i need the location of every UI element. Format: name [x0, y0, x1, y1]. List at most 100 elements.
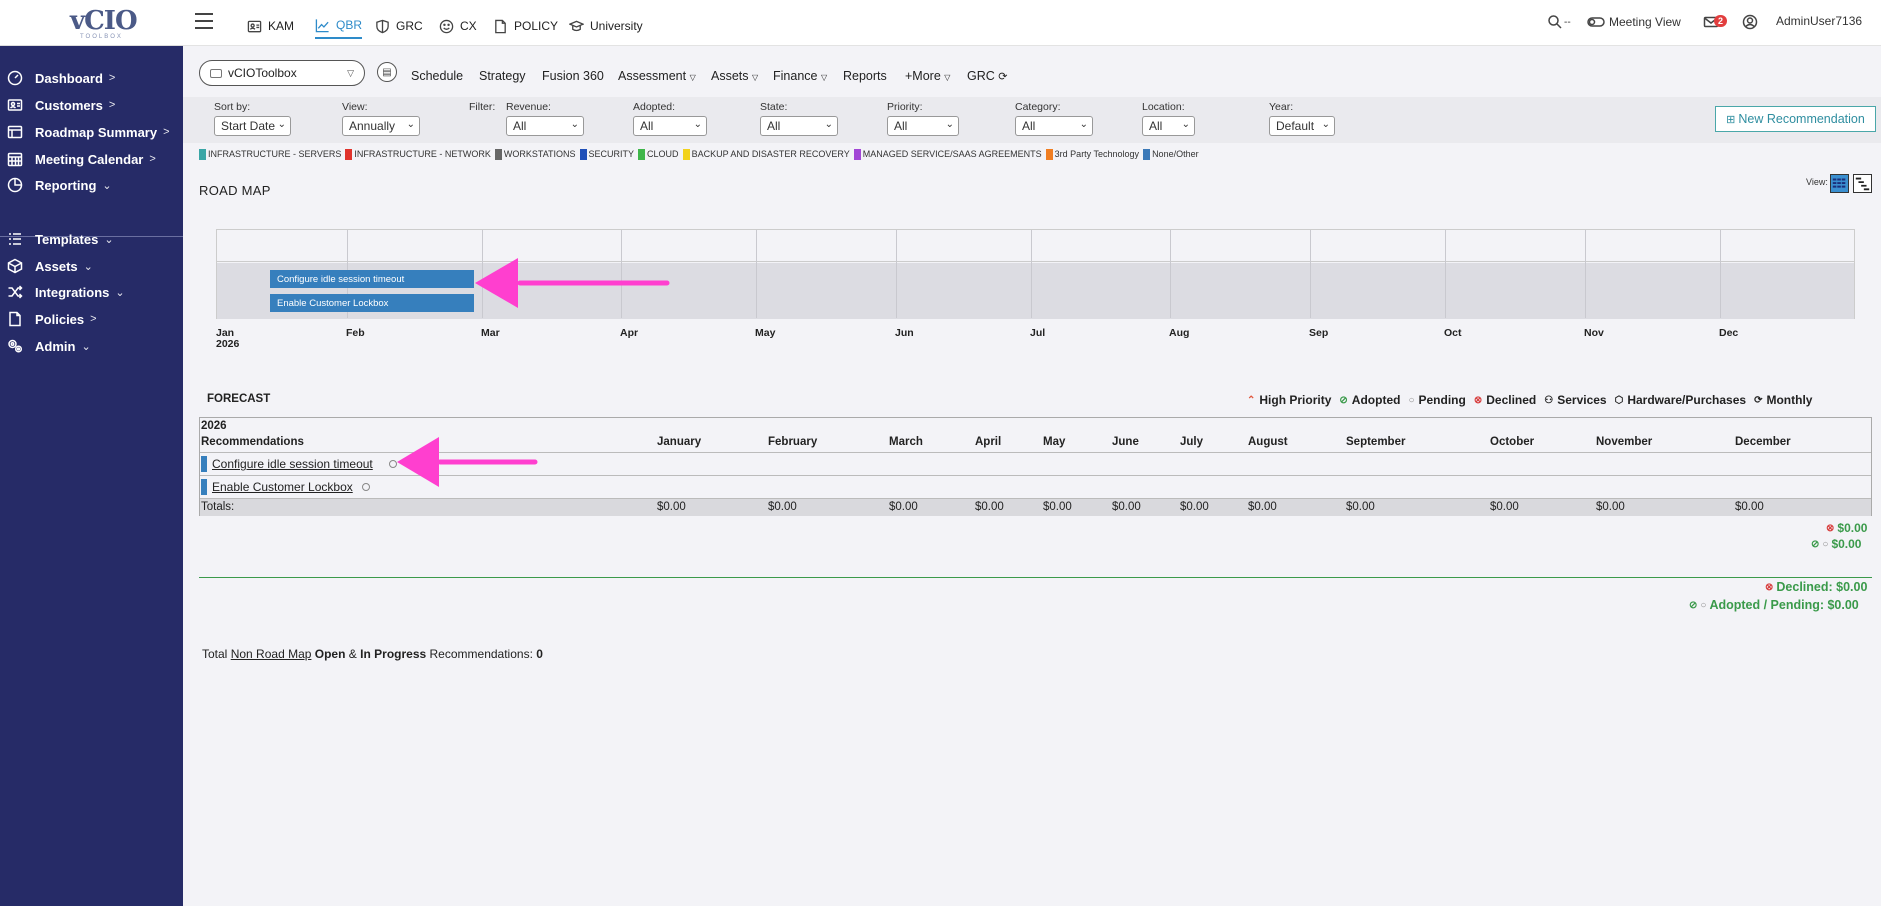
- roadmap-bar[interactable]: Enable Customer Lockbox: [270, 294, 474, 312]
- divider: [199, 577, 1872, 578]
- sort-by-select[interactable]: Start Date ⌄: [214, 116, 291, 136]
- recommendation-link[interactable]: Configure idle session timeout: [212, 457, 373, 471]
- sidebar-item-policies[interactable]: Policies >: [0, 306, 183, 332]
- tab-grc[interactable]: GRC: [375, 13, 423, 39]
- chevron-down-icon: ⌄: [406, 119, 415, 130]
- company-settings-button[interactable]: ▤: [377, 62, 397, 82]
- month-column-header: January: [657, 436, 702, 448]
- legend-item: INFRASTRUCTURE - NETWORK: [345, 148, 491, 160]
- gantt-gridline: [1031, 230, 1032, 318]
- month-column-header: April: [975, 436, 1002, 448]
- chevron-right-icon: >: [163, 126, 170, 138]
- roadmap-month-label: Jun: [895, 327, 914, 339]
- chevron-down-icon: ⌄: [277, 119, 286, 130]
- sidebar-item-customers[interactable]: Customers >: [0, 92, 183, 118]
- legend-swatch: [1143, 148, 1151, 160]
- mail-count-badge: 2: [1714, 15, 1728, 27]
- legend-swatch: [579, 148, 587, 160]
- tab-qbr[interactable]: QBR: [315, 13, 363, 39]
- non-road-map-link[interactable]: Non Road Map: [231, 647, 312, 661]
- recommendation-link[interactable]: Enable Customer Lockbox: [212, 480, 353, 494]
- subnav-finance[interactable]: Finance ▽: [773, 69, 827, 83]
- subnav-schedule[interactable]: Schedule: [411, 69, 463, 83]
- view-select[interactable]: Annually ⌄: [342, 116, 420, 136]
- chevron-down-icon: ⌄: [945, 119, 954, 130]
- sidebar-item-assets[interactable]: Assets ⌄: [0, 253, 183, 279]
- month-total: $0.00: [1596, 501, 1625, 513]
- status-legend: ⌃ High Priority ⊘ Adopted ○ Pending ⊗ Declin…: [1247, 393, 1820, 407]
- user-avatar-icon[interactable]: [1742, 14, 1758, 30]
- legend-item: BACKUP AND DISASTER RECOVERY: [682, 148, 850, 160]
- subnav-grc[interactable]: GRC ⟳: [967, 69, 1007, 83]
- top-bar: KAM QBR GRC CX POLICY University -- Meet…: [183, 0, 1881, 46]
- tab-university[interactable]: University: [569, 13, 643, 39]
- meeting-view-toggle[interactable]: Meeting View: [1587, 14, 1681, 30]
- company-select[interactable]: vCIOToolbox ▽: [199, 60, 365, 86]
- sidebar-item-dashboard[interactable]: Dashboard >: [0, 65, 183, 91]
- tab-policy[interactable]: POLICY: [493, 13, 558, 39]
- gantt-view-icon[interactable]: [1853, 174, 1872, 193]
- sidebar-item-roadmap-summary[interactable]: Roadmap Summary >: [0, 119, 183, 145]
- month-total: $0.00: [889, 501, 918, 513]
- sidebar-item-integrations[interactable]: Integrations ⌄: [0, 279, 183, 305]
- timeline-view-icon[interactable]: [1830, 174, 1849, 193]
- search-icon[interactable]: --: [1547, 14, 1571, 30]
- new-recommendation-button[interactable]: ⊞ New Recommendation: [1715, 106, 1876, 132]
- priority-select[interactable]: All ⌄: [887, 116, 959, 136]
- chevron-down-icon: ⌄: [104, 233, 114, 246]
- pending-circle-icon: ○: [1408, 394, 1415, 406]
- tab-kam[interactable]: KAM: [247, 13, 294, 39]
- sidebar-item-meeting-calendar[interactable]: Meeting Calendar >: [0, 146, 183, 172]
- pending-circle-icon: ○: [1700, 599, 1707, 611]
- tab-cx[interactable]: CX: [439, 13, 477, 39]
- line-chart-icon: [315, 18, 329, 32]
- month-total: $0.00: [1112, 501, 1141, 513]
- subnav-strategy[interactable]: Strategy: [479, 69, 526, 83]
- logo[interactable]: vCIO TOOLBOX: [0, 0, 183, 46]
- subnav-reports[interactable]: Reports: [843, 69, 887, 83]
- non-roadmap-summary: Total Non Road Map Open & In Progress Re…: [202, 647, 543, 661]
- subnav-assessment[interactable]: Assessment ▽: [618, 69, 696, 83]
- legend-swatch: [853, 148, 861, 160]
- declined-x-icon: ⊗: [1473, 394, 1483, 406]
- adopted-pending-total: ⊘ ○ Adopted / Pending: $0.00: [1689, 598, 1859, 612]
- month-total: $0.00: [1248, 501, 1277, 513]
- chevron-down-icon: ⌄: [102, 179, 112, 192]
- sidebar-item-admin[interactable]: Admin ⌄: [0, 333, 183, 359]
- month-column-header: July: [1180, 436, 1204, 448]
- subnav-assets[interactable]: Assets ▽: [711, 69, 758, 83]
- roadmap-month-label: Sep: [1309, 327, 1329, 339]
- roadmap-month-label: Nov: [1584, 327, 1604, 339]
- year-select[interactable]: Default ⌄: [1269, 116, 1335, 136]
- integrations-icon: [0, 284, 35, 300]
- chevron-down-icon: ▽: [944, 73, 951, 82]
- month-column-header: February: [768, 436, 818, 448]
- category-stripe: [201, 456, 207, 472]
- shield-icon: [376, 19, 389, 33]
- gantt-gridline: [1585, 230, 1586, 318]
- sidebar-item-reporting[interactable]: Reporting ⌄: [0, 172, 183, 198]
- roadmap-icon: [0, 124, 35, 140]
- hamburger-menu-icon[interactable]: [195, 13, 213, 29]
- revenue-select[interactable]: All ⌄: [506, 116, 584, 136]
- category-stripe: [201, 479, 207, 495]
- category-select[interactable]: All ⌄: [1015, 116, 1093, 136]
- chevron-down-icon: ⌄: [1321, 119, 1330, 130]
- user-name[interactable]: AdminUser7136: [1776, 14, 1862, 28]
- location-select[interactable]: All ⌄: [1142, 116, 1195, 136]
- declined-total: ⊗ Declined: $0.00: [1765, 580, 1868, 594]
- month-column-header: June: [1112, 436, 1139, 448]
- month-column-header: December: [1735, 436, 1791, 448]
- policies-icon: [0, 311, 35, 327]
- state-select[interactable]: All ⌄: [760, 116, 838, 136]
- month-total: $0.00: [768, 501, 797, 513]
- legend-declined: ⊗ Declined: [1473, 393, 1537, 407]
- sidebar-item-templates[interactable]: Templates ⌄: [0, 226, 183, 252]
- legend-swatch: [682, 148, 690, 160]
- subnav-fusion-360[interactable]: Fusion 360: [542, 69, 604, 83]
- roadmap-bar[interactable]: Configure idle session timeout: [270, 270, 474, 288]
- subnav-more[interactable]: +More ▽: [905, 69, 950, 83]
- legend-item: CLOUD: [638, 148, 679, 160]
- adopted-select[interactable]: All ⌄: [633, 116, 707, 136]
- gantt-gridline: [896, 230, 897, 318]
